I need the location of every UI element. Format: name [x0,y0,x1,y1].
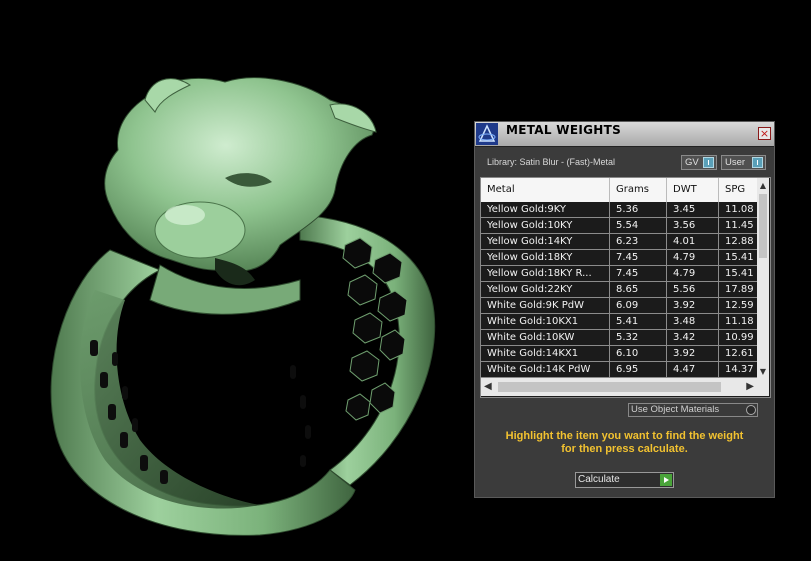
metal-cell: White Gold:9K PdW [481,298,610,313]
column-header-metal[interactable]: Metal [481,178,610,202]
table-row[interactable]: Yellow Gold:18KY 7.45 4.79 15.41 [481,250,757,266]
table-row[interactable]: Yellow Gold:9KY 5.36 3.45 11.08 [481,202,757,218]
use-object-materials-label: Use Object Materials [631,404,720,415]
metal-cell: Yellow Gold:18KY [481,250,610,265]
metal-cell: Yellow Gold:14KY [481,234,610,249]
dwt-cell: 3.56 [667,218,719,233]
metal-weights-dialog: METAL WEIGHTS × Library: Satin Blur - (F… [474,121,775,498]
grams-cell: 8.65 [610,282,667,297]
spg-cell: 12.61 [725,348,754,359]
grams-cell: 6.23 [610,234,667,249]
metal-weights-table: Metal Grams DWT SPG Yellow Gold:9KY 5.36 3… [480,177,771,398]
scroll-down-icon[interactable]: ▼ [757,366,769,378]
horizontal-scrollbar[interactable]: ◀ ▶ [481,378,757,396]
spg-cell: 11.18 [725,316,754,327]
column-header-dwt[interactable]: DWT [667,178,719,202]
vertical-scrollbar[interactable]: ▲ ▼ [757,178,769,378]
table-row[interactable]: White Gold:14K PdW 6.95 4.47 14.37 [481,362,757,378]
toggle-switch-icon [703,157,714,168]
grams-cell: 6.09 [610,298,667,313]
table-row[interactable]: Yellow Gold:22KY 8.65 5.56 17.89 [481,282,757,298]
gv-toggle-label: GV [685,157,699,168]
dwt-cell: 3.45 [667,202,719,217]
user-toggle-label: User [725,157,746,168]
table-row[interactable]: Yellow Gold:14KY 6.23 4.01 12.88 [481,234,757,250]
dwt-cell: 4.79 [667,250,719,265]
spg-cell: 12.88 [725,236,754,247]
table-row[interactable]: White Gold:10KW 5.32 3.42 10.99 [481,330,757,346]
table-row[interactable]: White Gold:10KX1 5.41 3.48 11.18 [481,314,757,330]
dwt-cell: 4.01 [667,234,719,249]
table-row[interactable]: White Gold:14KX1 6.10 3.92 12.61 [481,346,757,362]
instruction-line-2: for then press calculate. [561,443,688,455]
dwt-cell: 3.92 [667,346,719,361]
grams-cell: 7.45 [610,250,667,265]
spg-cell: 10.99 [725,332,754,343]
play-arrow-icon [660,474,672,486]
instruction-text: Highlight the item you want to find the … [475,430,774,456]
table-row[interactable]: Yellow Gold:18KY R... 7.45 4.79 15.41 [481,266,757,282]
table-body: Yellow Gold:9KY 5.36 3.45 11.08 Yellow Gold:… [481,202,757,378]
spg-cell: 15.41 [725,252,754,263]
library-label: Library: Satin Blur - (Fast)-Metal [487,157,616,167]
scroll-up-icon[interactable]: ▲ [757,180,769,192]
scroll-left-icon[interactable]: ◀ [484,381,492,392]
grams-cell: 6.10 [610,346,667,361]
gv-toggle[interactable]: GV [681,155,717,170]
dwt-cell: 5.56 [667,282,719,297]
metal-cell: Yellow Gold:10KY [481,218,610,233]
dwt-cell: 3.48 [667,314,719,329]
app-logo-icon [476,123,498,145]
grams-cell: 6.95 [610,362,667,377]
column-header-grams[interactable]: Grams [610,178,667,202]
scrollbar-corner [757,378,769,396]
dwt-cell: 3.92 [667,298,719,313]
calculate-label: Calculate [578,474,620,485]
metal-cell: White Gold:10KX1 [481,314,610,329]
metal-cell: Yellow Gold:18KY R... [481,266,610,281]
grams-cell: 7.45 [610,266,667,281]
dwt-cell: 3.42 [667,330,719,345]
grams-cell: 5.54 [610,218,667,233]
table-header: Metal Grams DWT SPG [481,178,757,202]
dwt-cell: 4.79 [667,266,719,281]
user-toggle[interactable]: User [721,155,766,170]
scroll-thumb-horizontal[interactable] [498,382,721,392]
metal-cell: Yellow Gold:22KY [481,282,610,297]
spg-cell: 15.41 [725,268,754,279]
scroll-right-icon[interactable]: ▶ [746,381,754,392]
close-icon: × [759,127,770,140]
column-header-spg[interactable]: SPG [719,178,757,202]
dwt-cell: 4.47 [667,362,719,377]
table-row[interactable]: White Gold:9K PdW 6.09 3.92 12.59 [481,298,757,314]
spg-cell: 17.89 [725,284,754,295]
metal-cell: White Gold:10KW [481,330,610,345]
grams-cell: 5.32 [610,330,667,345]
spg-cell: 11.45 [725,220,754,231]
spg-cell: 11.08 [725,204,754,215]
calculate-button[interactable]: Calculate [575,472,674,488]
dialog-titlebar[interactable]: METAL WEIGHTS × [475,122,774,147]
scroll-thumb[interactable] [759,194,767,258]
toggle-switch-icon [752,157,763,168]
grams-cell: 5.36 [610,202,667,217]
table-row[interactable]: Yellow Gold:10KY 5.54 3.56 11.45 [481,218,757,234]
metal-cell: Yellow Gold:9KY [481,202,610,217]
grams-cell: 5.41 [610,314,667,329]
dialog-title: METAL WEIGHTS [506,123,622,137]
use-object-materials-option[interactable]: Use Object Materials [628,403,758,417]
metal-cell: White Gold:14KX1 [481,346,610,361]
metal-cell: White Gold:14K PdW [481,362,610,377]
radio-icon[interactable] [746,405,756,415]
spg-cell: 12.59 [725,300,754,311]
instruction-line-1: Highlight the item you want to find the … [505,430,744,442]
close-button[interactable]: × [758,127,771,140]
spg-cell: 14.37 [725,364,754,375]
